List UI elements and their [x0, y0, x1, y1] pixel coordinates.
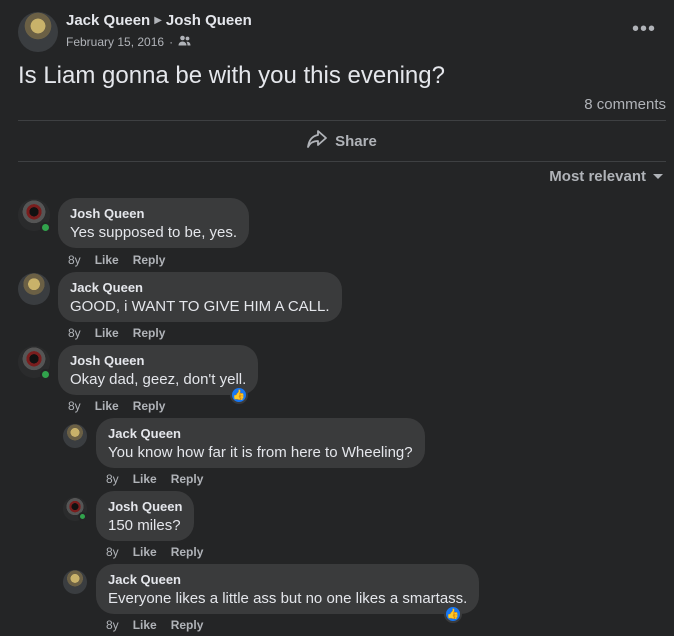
reply-actions: 8y Like Reply	[106, 618, 203, 632]
more-options-button[interactable]: •••	[632, 18, 656, 41]
reply-button[interactable]: Reply	[171, 472, 204, 486]
reply-button[interactable]: Reply	[133, 253, 166, 267]
friends-audience-icon[interactable]	[178, 35, 191, 49]
reply-time[interactable]: 8y	[106, 618, 119, 632]
caret-right-icon: ▶	[154, 15, 162, 26]
reply-author[interactable]: Jack Queen	[108, 426, 413, 441]
like-button[interactable]: Like	[133, 472, 157, 486]
share-label: Share	[335, 132, 377, 150]
like-button[interactable]: Like	[95, 326, 119, 340]
reply-text: Everyone likes a little ass but no one l…	[108, 590, 468, 607]
reply-text: 150 miles?	[108, 517, 181, 534]
reply-actions: 8y Like Reply	[106, 472, 203, 486]
sort-dropdown[interactable]: Most relevant	[549, 168, 664, 185]
online-status-indicator	[78, 512, 87, 521]
reply-actions: 8y Like Reply	[106, 545, 203, 559]
like-button[interactable]: Like	[133, 618, 157, 632]
comment-time[interactable]: 8y	[68, 326, 81, 340]
meta-separator: ·	[169, 35, 174, 49]
divider-top	[18, 120, 666, 121]
reply-avatar[interactable]	[63, 570, 87, 594]
post-recipient-name[interactable]: Josh Queen	[166, 12, 252, 29]
sort-label: Most relevant	[549, 168, 646, 185]
comment-author[interactable]: Jack Queen	[70, 280, 330, 295]
comment-time[interactable]: 8y	[68, 253, 81, 267]
comment-bubble: Jack Queen GOOD, i WANT TO GIVE HIM A CA…	[58, 272, 342, 322]
like-button[interactable]: Like	[95, 253, 119, 267]
share-icon	[307, 130, 328, 152]
reply-avatar[interactable]	[63, 424, 87, 448]
reply-bubble: Jack Queen Everyone likes a little ass b…	[96, 564, 480, 614]
reply-author[interactable]: Jack Queen	[108, 572, 467, 587]
comment-text: Okay dad, geez, don't yell.	[70, 371, 247, 388]
like-button[interactable]: Like	[95, 399, 119, 413]
post-text: Is Liam gonna be with you this evening?	[18, 62, 445, 89]
post-author-name[interactable]: Jack Queen	[66, 12, 150, 29]
comment-actions: 8y Like Reply	[68, 399, 165, 413]
comment-count[interactable]: 8 comments	[584, 96, 666, 113]
comment-text: Yes supposed to be, yes.	[70, 224, 238, 241]
comment-actions: 8y Like Reply	[68, 253, 165, 267]
like-reaction-icon[interactable]: 👍	[444, 605, 462, 623]
post-date[interactable]: February 15, 2016	[66, 35, 164, 49]
reply-button[interactable]: Reply	[133, 326, 166, 340]
reply-button[interactable]: Reply	[133, 399, 166, 413]
divider-bottom	[18, 161, 666, 162]
reply-bubble: Josh Queen 150 miles?	[96, 491, 195, 541]
reply-button[interactable]: Reply	[171, 618, 204, 632]
post-names: Jack Queen ▶ Josh Queen	[66, 12, 252, 29]
online-status-indicator	[40, 222, 51, 233]
comment-author[interactable]: Josh Queen	[70, 206, 237, 221]
share-button[interactable]: Share	[18, 124, 666, 158]
reply-bubble: Jack Queen You know how far it is from h…	[96, 418, 425, 468]
comment-bubble: Josh Queen Yes supposed to be, yes.	[58, 198, 250, 248]
reply-author[interactable]: Josh Queen	[108, 499, 182, 514]
reply-time[interactable]: 8y	[106, 545, 119, 559]
comment-author[interactable]: Josh Queen	[70, 353, 246, 368]
post-author-avatar[interactable]	[18, 12, 58, 52]
reply-time[interactable]: 8y	[106, 472, 119, 486]
like-button[interactable]: Like	[133, 545, 157, 559]
online-status-indicator	[40, 369, 51, 380]
comment-actions: 8y Like Reply	[68, 326, 165, 340]
comment-bubble: Josh Queen Okay dad, geez, don't yell.	[58, 345, 259, 395]
reply-button[interactable]: Reply	[171, 545, 204, 559]
post-meta: February 15, 2016 ·	[66, 35, 191, 49]
chevron-down-icon	[652, 168, 664, 185]
comment-time[interactable]: 8y	[68, 399, 81, 413]
comment-text: GOOD, i WANT TO GIVE HIM A CALL.	[70, 298, 330, 315]
like-reaction-icon[interactable]: 👍	[230, 386, 248, 404]
reply-text: You know how far it is from here to Whee…	[108, 444, 413, 461]
comment-avatar[interactable]	[18, 273, 50, 305]
